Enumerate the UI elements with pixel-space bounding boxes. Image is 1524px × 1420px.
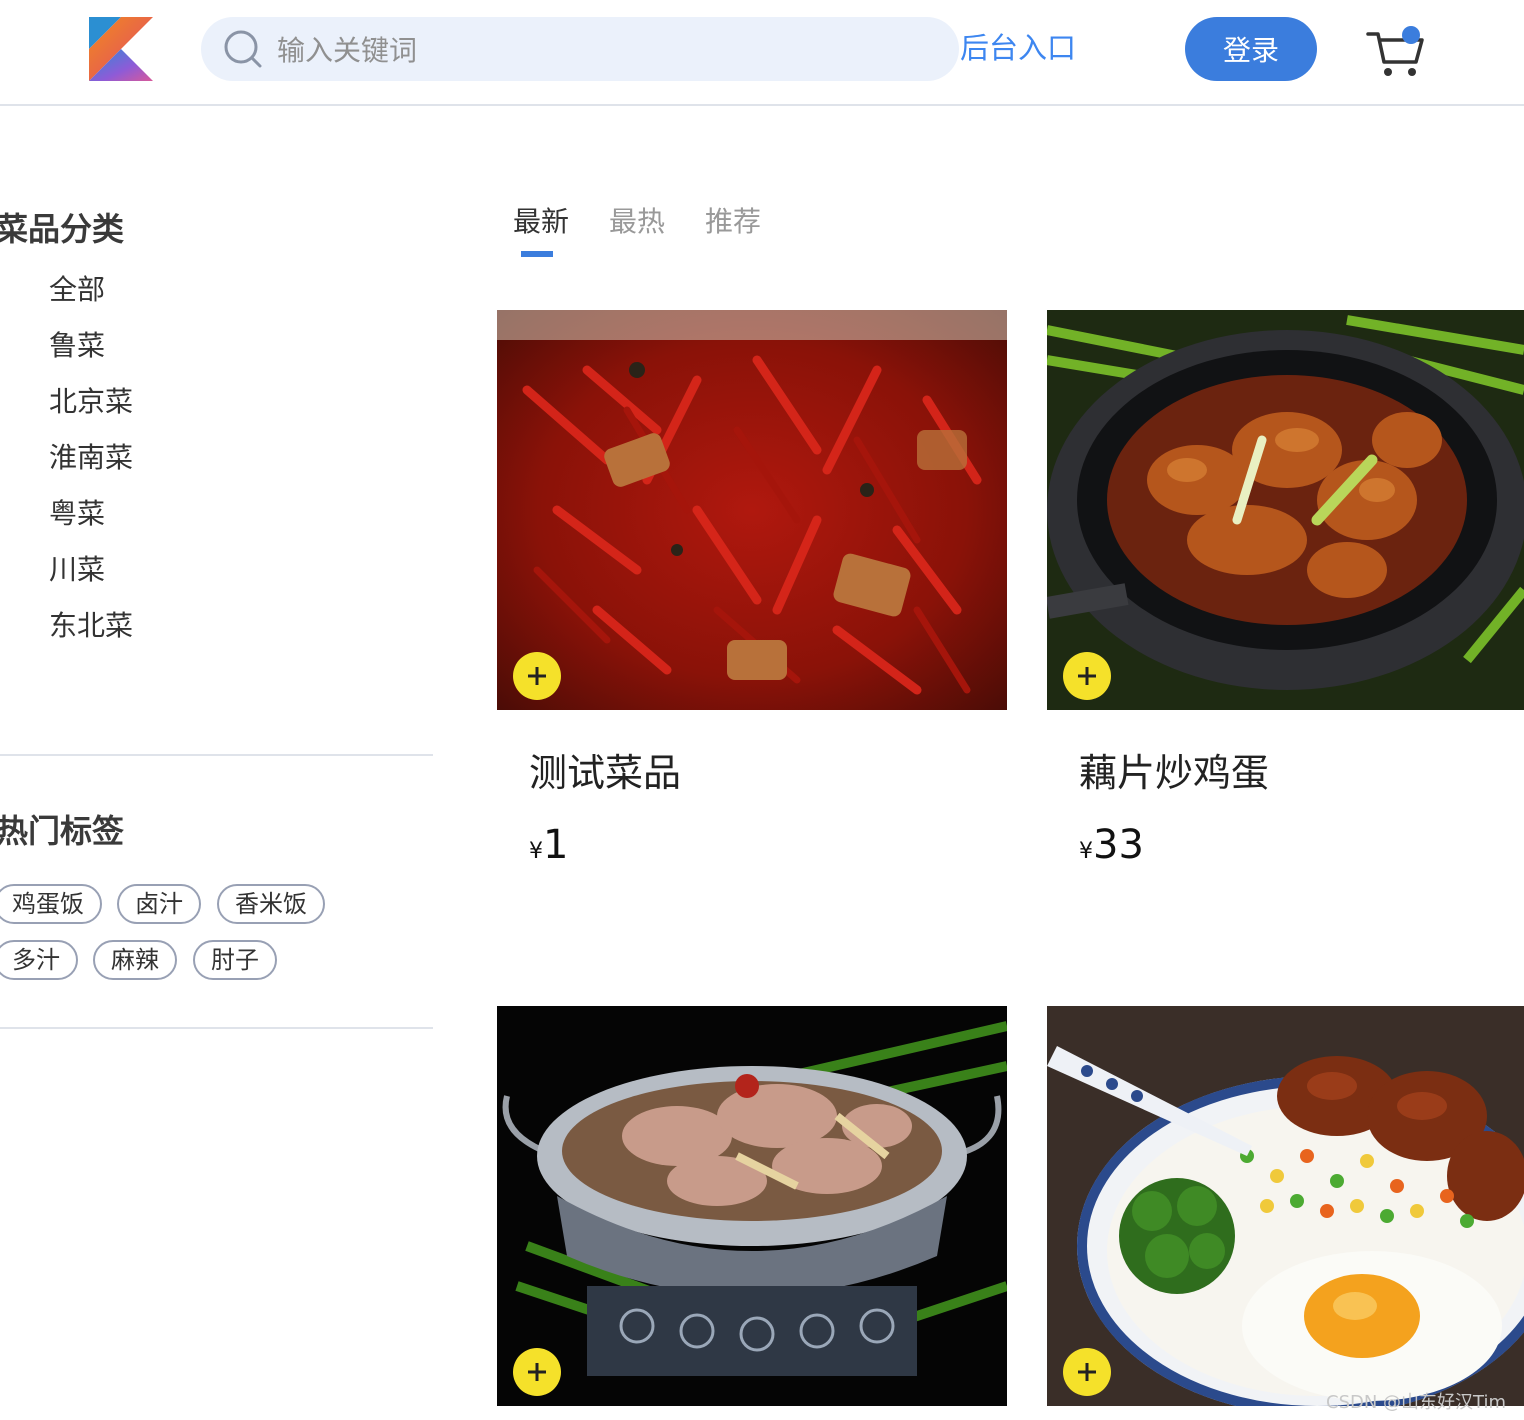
product-image[interactable] bbox=[1047, 310, 1524, 710]
category-item-yue[interactable]: 粤菜 bbox=[49, 492, 133, 548]
add-to-cart-button[interactable] bbox=[513, 652, 561, 700]
category-item-lu[interactable]: 鲁菜 bbox=[49, 324, 133, 380]
category-list: 全部 鲁菜 北京菜 淮南菜 粤菜 川菜 东北菜 bbox=[49, 268, 133, 660]
product-price: ¥33 bbox=[1079, 822, 1144, 868]
plus-icon bbox=[1078, 1363, 1096, 1381]
tag-pork-knuckle[interactable]: 肘子 bbox=[193, 940, 277, 980]
food-photo bbox=[1047, 310, 1524, 710]
currency-symbol: ¥ bbox=[529, 839, 543, 864]
product-name[interactable]: 藕片炒鸡蛋 bbox=[1079, 742, 1269, 797]
add-to-cart-button[interactable] bbox=[1063, 1348, 1111, 1396]
product-image[interactable] bbox=[497, 310, 1007, 710]
plus-icon bbox=[528, 667, 546, 685]
product-price: ¥1 bbox=[529, 822, 568, 868]
categories-title: 菜品分类 bbox=[0, 210, 125, 248]
tag-juicy[interactable]: 多汁 bbox=[0, 940, 78, 980]
divider bbox=[0, 754, 433, 756]
logo[interactable] bbox=[89, 17, 153, 81]
category-item-beijing[interactable]: 北京菜 bbox=[49, 380, 133, 436]
login-button[interactable]: 登录 bbox=[1185, 17, 1317, 81]
product-name[interactable]: 测试菜品 bbox=[529, 742, 681, 797]
currency-symbol: ¥ bbox=[1079, 839, 1093, 864]
top-header: 后台入口 登录 bbox=[0, 0, 1524, 106]
plus-icon bbox=[1078, 667, 1096, 685]
category-item-all[interactable]: 全部 bbox=[49, 268, 133, 324]
food-photo bbox=[497, 1006, 1007, 1406]
plus-icon bbox=[528, 1363, 546, 1381]
active-tab-indicator bbox=[521, 251, 553, 257]
search-bar bbox=[201, 17, 959, 81]
category-item-chuan[interactable]: 川菜 bbox=[49, 548, 133, 604]
hot-tags-title: 热门标签 bbox=[0, 812, 125, 850]
category-item-dongbei[interactable]: 东北菜 bbox=[49, 604, 133, 660]
product-image[interactable] bbox=[497, 1006, 1007, 1406]
tag-spicy[interactable]: 麻辣 bbox=[93, 940, 177, 980]
add-to-cart-button[interactable] bbox=[1063, 652, 1111, 700]
add-to-cart-button[interactable] bbox=[513, 1348, 561, 1396]
tag-egg-rice[interactable]: 鸡蛋饭 bbox=[0, 884, 102, 924]
search-icon[interactable] bbox=[223, 29, 263, 69]
tab-hottest[interactable]: 最热 bbox=[609, 200, 665, 240]
price-value: 33 bbox=[1093, 822, 1144, 868]
food-photo bbox=[497, 310, 1007, 710]
search-input[interactable] bbox=[275, 27, 939, 73]
price-value: 1 bbox=[543, 822, 569, 868]
category-item-huainan[interactable]: 淮南菜 bbox=[49, 436, 133, 492]
divider bbox=[0, 1027, 433, 1029]
watermark: CSDN @山东好汉Tim bbox=[1326, 1392, 1507, 1413]
food-photo bbox=[1047, 1006, 1524, 1406]
admin-entry-link[interactable]: 后台入口 bbox=[960, 28, 1076, 68]
tag-fragrant-rice[interactable]: 香米饭 bbox=[217, 884, 325, 924]
tag-braise-sauce[interactable]: 卤汁 bbox=[117, 884, 201, 924]
product-image[interactable] bbox=[1047, 1006, 1524, 1406]
cart-icon[interactable] bbox=[1366, 24, 1426, 80]
tab-recommended[interactable]: 推荐 bbox=[705, 200, 761, 240]
tab-newest[interactable]: 最新 bbox=[513, 200, 569, 240]
